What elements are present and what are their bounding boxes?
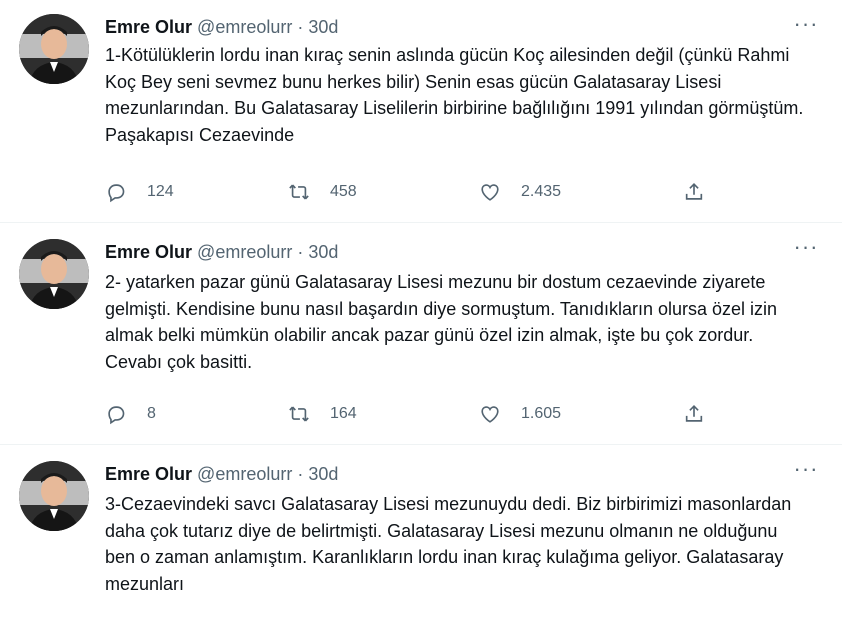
timestamp[interactable]: 30d [308,17,338,37]
more-icon[interactable]: ··· [790,458,822,483]
avatar[interactable] [19,14,89,84]
author-name[interactable]: Emre Olur [105,464,192,484]
reply-count: 124 [147,183,174,200]
retweet-icon [289,184,309,200]
tweet-actions: 8 164 1.605 [105,399,725,429]
tweet-header: Emre Olur @emreolurr · 30d [105,16,338,38]
share-icon [685,405,703,422]
reply-button[interactable]: 124 [105,177,174,207]
separator: · [297,242,304,262]
retweet-count: 164 [330,405,357,422]
timestamp[interactable]: 30d [308,464,338,484]
tweet-text: 2- yatarken pazar günü Galatasaray Lises… [105,272,778,372]
tweet-header: Emre Olur @emreolurr · 30d [105,241,338,263]
retweet-button[interactable]: 458 [288,177,357,207]
share-button[interactable] [683,177,705,207]
more-icon[interactable]: ··· [790,236,822,261]
author-name[interactable]: Emre Olur [105,242,192,262]
author-name[interactable]: Emre Olur [105,17,192,37]
separator: · [297,464,304,484]
author-handle[interactable]: @emreolurr [197,17,292,37]
retweet-button[interactable]: 164 [288,399,357,429]
tweet[interactable]: Emre Olur @emreolurr · 30d ··· 1-Kötülük… [0,0,842,222]
like-count: 2.435 [521,183,562,200]
tweet-text: 3-Cezaevindeki savcı Galatasaray Lisesi … [105,494,792,594]
share-icon [685,183,703,200]
separator: · [297,17,304,37]
share-button[interactable] [683,399,705,429]
tweet-feed: Emre Olur @emreolurr · 30d ··· 1-Kötülük… [0,0,842,620]
tweet-text: 1-Kötülüklerin lordu inan kıraç senin as… [105,45,804,145]
avatar[interactable] [19,239,89,309]
tweet-header: Emre Olur @emreolurr · 30d [105,463,338,485]
reply-icon [108,184,125,203]
retweet-icon [289,406,309,422]
more-icon[interactable]: ··· [790,13,822,38]
reply-button[interactable]: 8 [105,399,156,429]
like-button[interactable]: 2.435 [479,177,561,207]
tweet[interactable]: Emre Olur @emreolurr · 30d ··· 2- yatark… [0,222,842,445]
like-button[interactable]: 1.605 [479,399,561,429]
retweet-count: 458 [330,183,357,200]
author-handle[interactable]: @emreolurr [197,464,292,484]
heart-icon [481,406,499,423]
like-count: 1.605 [521,405,562,422]
reply-icon [108,406,125,425]
timestamp[interactable]: 30d [308,242,338,262]
heart-icon [481,184,499,201]
author-handle[interactable]: @emreolurr [197,242,292,262]
reply-count: 8 [147,405,156,422]
tweet-actions: 124 458 2.435 [105,177,725,207]
tweet[interactable]: Emre Olur @emreolurr · 30d ··· 3-Cezaevi… [0,444,842,621]
avatar[interactable] [19,461,89,531]
